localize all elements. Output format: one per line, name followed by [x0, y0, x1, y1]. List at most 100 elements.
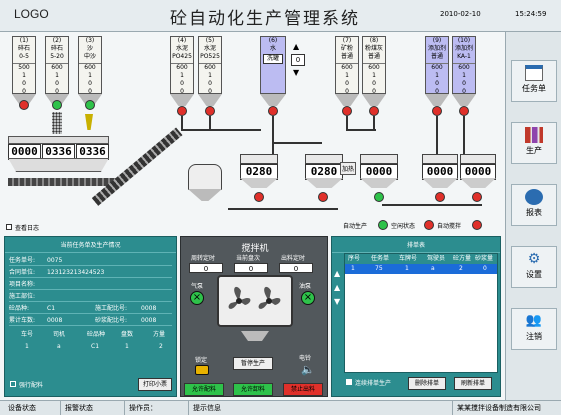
view-log-checkbox[interactable]: [6, 224, 12, 230]
cell-value: 0: [483, 265, 487, 272]
bin-spec: KA-1: [457, 53, 471, 60]
gate-lamp[interactable]: [19, 100, 29, 110]
continuous-checkbox[interactable]: [346, 379, 352, 385]
bin-value: 1: [22, 72, 26, 79]
sidebar-item-production[interactable]: 生产: [511, 122, 557, 164]
air-pump-icon[interactable]: ×: [190, 291, 204, 305]
bin-spec: PO425: [172, 53, 192, 60]
cement-scale-reading: 0280: [240, 164, 278, 180]
bin-value: 600: [453, 63, 475, 72]
bin-3[interactable]: (3) 沙 中沙 600 1 0 0: [78, 36, 102, 95]
silo-hopper: [335, 94, 359, 106]
delete-queue-button[interactable]: 删除排单: [408, 377, 446, 390]
mixer-panel: 搅拌机 周转定时 当前盘次 出料定时 0 0 0 气泵 油泵 × × 锁定 暂停…: [180, 236, 328, 397]
discharge-timer-value[interactable]: 0: [279, 263, 313, 273]
gate-lamp[interactable]: [85, 100, 95, 110]
water-stepper[interactable]: 0: [291, 54, 305, 66]
refresh-queue-button[interactable]: 刷新排单: [454, 377, 492, 390]
bin-material: 矿粉: [340, 45, 353, 52]
force-batch-checkbox[interactable]: [10, 381, 16, 387]
silo-lamp[interactable]: [177, 106, 187, 116]
field-value: 0008: [141, 305, 157, 312]
scale-lamp[interactable]: [435, 192, 445, 202]
prohibit-discharge-button[interactable]: 禁止出料: [283, 383, 323, 396]
device-status: 设备状态: [8, 404, 36, 412]
move-up-icon[interactable]: ▲: [334, 269, 340, 278]
tank-lamp[interactable]: [459, 106, 469, 116]
mixer-outlet: [241, 331, 269, 341]
bin-material: 添加剂: [454, 45, 473, 52]
silo-7[interactable]: (7) 矿粉 普通 600 1 0 0: [335, 36, 359, 95]
cell-value: 75: [375, 265, 383, 272]
column-header: 驾驶员: [427, 255, 446, 262]
hint-info: 提示信息: [188, 401, 221, 415]
aggregate-scale-1-reading: 0000: [8, 144, 41, 160]
move-top-icon[interactable]: ▲: [334, 283, 340, 292]
column-header: 车牌号: [399, 255, 418, 262]
silo-lamp[interactable]: [369, 106, 379, 116]
silo-4[interactable]: (4) 水泥 PO425 600 1 0 0: [170, 36, 194, 95]
bin-value: 0: [180, 80, 184, 87]
lock-icon[interactable]: [195, 365, 209, 375]
tank-9[interactable]: (9) 添加剂 普通 600 1 0 0: [425, 36, 449, 95]
bin-2[interactable]: (2) 碎石 5-20 600 1 0 0: [45, 36, 69, 95]
silo-hopper: [362, 94, 386, 106]
pipe: [346, 129, 376, 131]
process-area: (1) 碎石 0-5 500 1 0 0 (2) 碎石 5-20 600 1 0…: [0, 32, 505, 400]
turnover-timer-value[interactable]: 0: [189, 263, 223, 273]
sidebar-item-task[interactable]: 任务单: [511, 60, 557, 102]
pause-production-button[interactable]: 暂停生产: [233, 357, 273, 370]
queue-row[interactable]: 1 75 1 a 2 0: [345, 264, 497, 274]
scale-lamp[interactable]: [318, 192, 328, 202]
allow-unload-button[interactable]: 允许卸料: [233, 383, 273, 396]
water-lamp[interactable]: [268, 106, 278, 116]
bin-value: 1: [88, 72, 92, 79]
bin-number: (6): [268, 37, 278, 44]
stepper-down-icon[interactable]: ▼: [293, 68, 299, 77]
sidebar-item-report[interactable]: 报表: [511, 184, 557, 226]
allow-batch-button[interactable]: 允许配料: [184, 383, 224, 396]
move-down-icon[interactable]: ▼: [334, 297, 340, 306]
cement-scale-bottom: [240, 178, 278, 188]
bin-value: 0: [22, 80, 26, 87]
column-header: 任务单: [371, 255, 390, 262]
tank-lamp[interactable]: [432, 106, 442, 116]
tank-hopper: [452, 94, 476, 106]
queue-table[interactable]: 序号 任务单 车牌号 驾驶员 砼方量 砂浆量 1 75 1 a 2 0: [344, 253, 498, 373]
sidebar-item-label: 任务单: [522, 84, 546, 93]
current-batch-value[interactable]: 0: [234, 263, 268, 273]
print-ticket-button[interactable]: 打印小票: [138, 378, 172, 391]
bin-number: (7): [342, 37, 352, 44]
stepper-up-icon[interactable]: ▲: [293, 42, 299, 51]
water-tank[interactable]: (6) 水 洗罐: [260, 36, 286, 94]
heat-tag: 加热: [340, 162, 357, 175]
bin-1[interactable]: (1) 碎石 0-5 500 1 0 0: [12, 36, 36, 95]
additive-scale-1-reading: 0000: [422, 164, 458, 180]
sidebar-item-logout[interactable]: 👥 注销: [511, 308, 557, 350]
tank-10[interactable]: (10) 添加剂 KA-1 600 1 0 0: [452, 36, 476, 95]
silo-lamp[interactable]: [342, 106, 352, 116]
silo-lamp[interactable]: [205, 106, 215, 116]
scale-lamp[interactable]: [374, 192, 384, 202]
cell-value: 1: [25, 343, 29, 350]
column-header: 车号: [21, 331, 34, 338]
wash-button[interactable]: 洗罐: [263, 54, 283, 64]
scale-lamp[interactable]: [472, 192, 482, 202]
silo-8[interactable]: (8) 粉煤灰 普通 600 1 0 0: [362, 36, 386, 95]
gate-lamp[interactable]: [52, 100, 62, 110]
bin-value: 0: [345, 80, 349, 87]
oil-pump-icon[interactable]: ×: [301, 291, 315, 305]
field-value: 0075: [47, 257, 63, 264]
task-row: 合同单位: 123123213424523: [9, 267, 172, 278]
water-scale-reading: 0280: [305, 164, 343, 180]
pipe: [209, 116, 211, 130]
mixer-drum[interactable]: [217, 275, 293, 327]
speaker-icon[interactable]: 🔈: [301, 363, 315, 376]
task-row: 施工部位:: [9, 291, 172, 302]
report-icon: [525, 189, 543, 205]
scale-lamp[interactable]: [254, 192, 264, 202]
field-label: 项目名称:: [9, 281, 36, 288]
silo-5[interactable]: (5) 水泥 PO525 600 1 0 0: [198, 36, 222, 95]
bin-material: 粉煤灰: [364, 45, 383, 52]
sidebar-item-settings[interactable]: ⚙ 设置: [511, 246, 557, 288]
